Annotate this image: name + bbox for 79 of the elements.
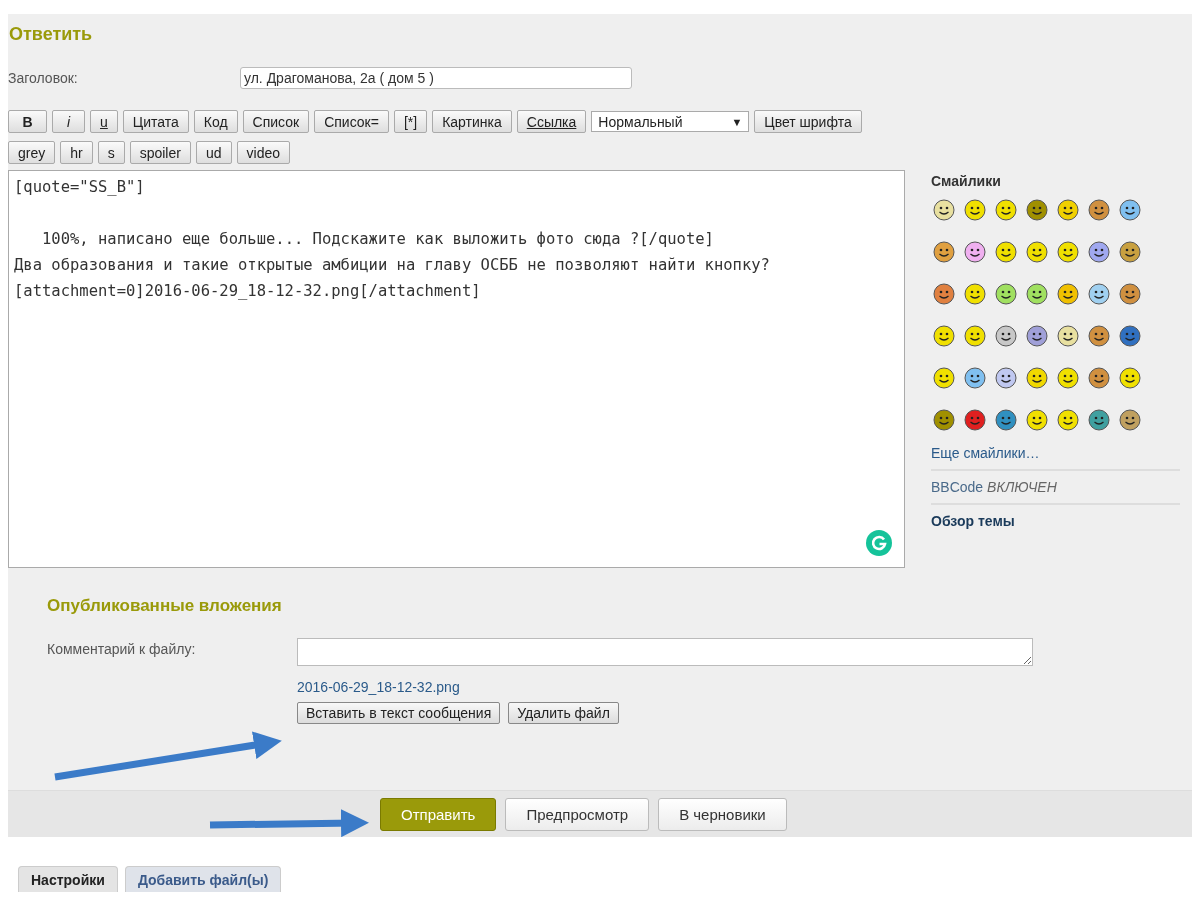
smiley-icon[interactable] — [1026, 283, 1048, 305]
smiley-icon[interactable] — [1026, 367, 1048, 389]
smiley-icon[interactable] — [1088, 241, 1110, 263]
subject-field[interactable]: ул. Драгоманова, 2а ( дом 5 ) — [240, 67, 632, 89]
format-button[interactable]: video — [236, 141, 290, 164]
smiley-icon[interactable] — [1026, 325, 1048, 347]
smiley-icon[interactable] — [964, 367, 986, 389]
format-button[interactable]: hr — [60, 141, 93, 164]
smiley-icon[interactable] — [1088, 409, 1110, 431]
grammar-check-icon[interactable] — [866, 530, 892, 556]
format-button[interactable]: Картинка — [432, 110, 512, 133]
file-comment-label: Комментарий к файлу: — [47, 640, 197, 659]
format-button[interactable]: s — [97, 141, 125, 164]
smiley-icon[interactable] — [933, 325, 955, 347]
smiley-icon[interactable] — [1026, 241, 1048, 263]
smiley-icon[interactable] — [1026, 199, 1048, 221]
format-button[interactable]: Список — [242, 110, 310, 133]
smiley-icon[interactable] — [1057, 325, 1079, 347]
smiley-icon[interactable] — [1057, 409, 1079, 431]
smiley-icon[interactable] — [933, 283, 955, 305]
attachment-button[interactable]: Удалить файл — [508, 702, 619, 724]
smiley-icon[interactable] — [1119, 325, 1141, 347]
submit-bar-button[interactable]: Предпросмотр — [505, 797, 650, 831]
format-button[interactable]: Список= — [314, 110, 389, 133]
attachment-button[interactable]: Вставить в текст сообщения — [297, 702, 501, 724]
smiley-icon[interactable] — [933, 367, 955, 389]
smiley-icon[interactable] — [1088, 325, 1110, 347]
smiley-icon[interactable] — [995, 199, 1017, 221]
format-button[interactable]: grey — [8, 141, 56, 164]
format-button[interactable]: Цитата — [122, 110, 189, 133]
smiley-icon[interactable] — [1119, 409, 1141, 431]
smiley-icon[interactable] — [964, 325, 986, 347]
bbcode-status: BBCode ВКЛЮЧЕН — [931, 479, 1058, 495]
format-button[interactable]: Ссылка — [516, 110, 587, 133]
smiley-icon[interactable] — [1057, 199, 1079, 221]
smiley-icon[interactable] — [1057, 367, 1079, 389]
panel-tab[interactable]: Настройки — [18, 866, 118, 892]
smiley-icon[interactable] — [1088, 283, 1110, 305]
smiley-icon[interactable] — [1057, 283, 1079, 305]
format-button[interactable]: i — [52, 110, 85, 133]
smiley-icon[interactable] — [1026, 409, 1048, 431]
submit-bar-button[interactable]: В черновики — [658, 797, 787, 831]
smiley-icon[interactable] — [995, 367, 1017, 389]
format-button[interactable]: [*] — [393, 110, 428, 133]
smiley-icon[interactable] — [933, 409, 955, 431]
smiley-icon[interactable] — [1119, 283, 1141, 305]
topic-review-link[interactable]: Обзор темы — [931, 513, 1180, 529]
smiley-icon[interactable] — [1088, 199, 1110, 221]
smiley-icon[interactable] — [1119, 199, 1141, 221]
attachments-heading: Опубликованные вложения — [47, 596, 283, 616]
smiley-icon[interactable] — [1088, 367, 1110, 389]
message-field[interactable]: [quote="SS_B"] 100%, написано еще больше... Подскажите как выложить фото сюда ?[/quote] Два образования и такие открытые амбиции на главу ОСББ не позволяют найти кнопку? [attachment=0]2016-06-29_18-12-32.png[/attachment] — [8, 170, 905, 568]
format-button[interactable]: u — [90, 110, 118, 133]
attachment-file-link[interactable]: 2016-06-29_18-12-32.png — [297, 679, 460, 695]
format-button[interactable]: B — [8, 110, 47, 133]
format-button[interactable]: spoiler — [129, 141, 191, 164]
smilies-title: Смайлики — [931, 173, 1002, 189]
format-button[interactable]: Код — [193, 110, 238, 133]
smiley-icon[interactable] — [995, 283, 1017, 305]
panel-tab[interactable]: Добавить файл(ы) — [124, 866, 282, 892]
smiley-icon[interactable] — [933, 199, 955, 221]
more-smilies-link[interactable]: Еще смайлики… — [931, 445, 1180, 461]
reply-heading: Ответить — [8, 23, 94, 46]
smiley-icon[interactable] — [964, 409, 986, 431]
smiley-icon[interactable] — [964, 283, 986, 305]
font-color-button[interactable]: Цвет шрифта — [754, 110, 862, 133]
font-size-select[interactable]: Нормальный ▼ — [591, 111, 750, 132]
smiley-icon[interactable] — [964, 241, 986, 263]
smiley-icon[interactable] — [995, 241, 1017, 263]
smiley-icon[interactable] — [1057, 241, 1079, 263]
smiley-icon[interactable] — [933, 241, 955, 263]
format-button[interactable]: ud — [195, 141, 232, 164]
smiley-icon[interactable] — [1119, 241, 1141, 263]
smiley-icon[interactable] — [995, 325, 1017, 347]
smiley-icon[interactable] — [964, 199, 986, 221]
file-comment-field[interactable] — [297, 638, 1033, 666]
subject-label: Заголовок: — [8, 70, 79, 86]
smiley-icon[interactable] — [1119, 367, 1141, 389]
smiley-icon[interactable] — [995, 409, 1017, 431]
